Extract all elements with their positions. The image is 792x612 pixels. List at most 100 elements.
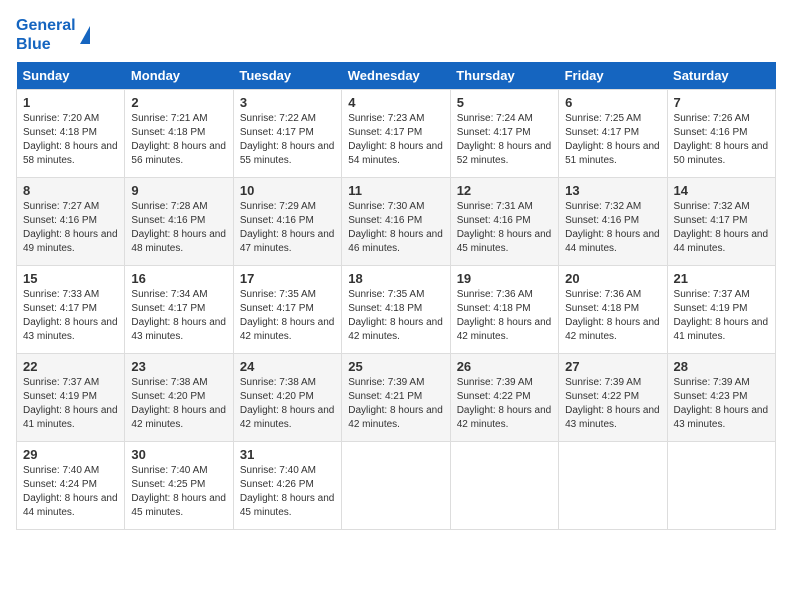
sunrise-text: Sunrise: 7:34 AM [131,288,226,302]
daylight-text: Daylight: 8 hours and 43 minutes. [23,316,118,344]
calendar-cell: 29Sunrise: 7:40 AMSunset: 4:24 PMDayligh… [17,442,125,530]
daylight-text: Daylight: 8 hours and 58 minutes. [23,140,118,168]
day-number: 3 [240,95,335,110]
calendar-cell: 14Sunrise: 7:32 AMSunset: 4:17 PMDayligh… [667,178,775,266]
calendar-cell: 8Sunrise: 7:27 AMSunset: 4:16 PMDaylight… [17,178,125,266]
daylight-text: Daylight: 8 hours and 45 minutes. [457,228,552,256]
sunrise-text: Sunrise: 7:31 AM [457,200,552,214]
logo: GeneralBlue [16,16,90,54]
calendar-week-4: 22Sunrise: 7:37 AMSunset: 4:19 PMDayligh… [17,354,776,442]
daylight-text: Daylight: 8 hours and 46 minutes. [348,228,443,256]
sunset-text: Sunset: 4:18 PM [348,302,443,316]
sunset-text: Sunset: 4:17 PM [565,126,660,140]
day-number: 28 [674,359,769,374]
cell-content: Sunrise: 7:39 AMSunset: 4:21 PMDaylight:… [348,376,443,432]
daylight-text: Daylight: 8 hours and 41 minutes. [23,404,118,432]
sunrise-text: Sunrise: 7:30 AM [348,200,443,214]
daylight-text: Daylight: 8 hours and 42 minutes. [348,316,443,344]
cell-content: Sunrise: 7:23 AMSunset: 4:17 PMDaylight:… [348,112,443,168]
daylight-text: Daylight: 8 hours and 42 minutes. [565,316,660,344]
cell-content: Sunrise: 7:39 AMSunset: 4:23 PMDaylight:… [674,376,769,432]
sunset-text: Sunset: 4:22 PM [457,390,552,404]
calendar-cell: 11Sunrise: 7:30 AMSunset: 4:16 PMDayligh… [342,178,450,266]
calendar-cell: 6Sunrise: 7:25 AMSunset: 4:17 PMDaylight… [559,90,667,178]
day-number: 30 [131,447,226,462]
day-number: 31 [240,447,335,462]
cell-content: Sunrise: 7:28 AMSunset: 4:16 PMDaylight:… [131,200,226,256]
daylight-text: Daylight: 8 hours and 52 minutes. [457,140,552,168]
calendar-cell [559,442,667,530]
daylight-text: Daylight: 8 hours and 45 minutes. [240,492,335,520]
daylight-text: Daylight: 8 hours and 42 minutes. [348,404,443,432]
cell-content: Sunrise: 7:40 AMSunset: 4:25 PMDaylight:… [131,464,226,520]
daylight-text: Daylight: 8 hours and 42 minutes. [240,316,335,344]
cell-content: Sunrise: 7:27 AMSunset: 4:16 PMDaylight:… [23,200,118,256]
day-number: 6 [565,95,660,110]
daylight-text: Daylight: 8 hours and 42 minutes. [457,316,552,344]
sunset-text: Sunset: 4:24 PM [23,478,118,492]
calendar-cell: 19Sunrise: 7:36 AMSunset: 4:18 PMDayligh… [450,266,558,354]
daylight-text: Daylight: 8 hours and 51 minutes. [565,140,660,168]
calendar-header-row: SundayMondayTuesdayWednesdayThursdayFrid… [17,62,776,90]
daylight-text: Daylight: 8 hours and 41 minutes. [674,316,769,344]
cell-content: Sunrise: 7:24 AMSunset: 4:17 PMDaylight:… [457,112,552,168]
day-number: 4 [348,95,443,110]
cell-content: Sunrise: 7:37 AMSunset: 4:19 PMDaylight:… [674,288,769,344]
daylight-text: Daylight: 8 hours and 42 minutes. [240,404,335,432]
day-number: 9 [131,183,226,198]
calendar-cell: 26Sunrise: 7:39 AMSunset: 4:22 PMDayligh… [450,354,558,442]
sunrise-text: Sunrise: 7:35 AM [240,288,335,302]
sunset-text: Sunset: 4:18 PM [457,302,552,316]
calendar-cell: 9 Sunrise: 7:28 AMSunset: 4:16 PMDaylight… [125,178,233,266]
day-number: 23 [131,359,226,374]
sunrise-text: Sunrise: 7:26 AM [674,112,769,126]
calendar-cell: 22Sunrise: 7:37 AMSunset: 4:19 PMDayligh… [17,354,125,442]
cell-content: Sunrise: 7:32 AMSunset: 4:17 PMDaylight:… [674,200,769,256]
calendar-cell: 16Sunrise: 7:34 AMSunset: 4:17 PMDayligh… [125,266,233,354]
sunset-text: Sunset: 4:17 PM [23,302,118,316]
day-number: 15 [23,271,118,286]
column-header-sunday: Sunday [17,62,125,90]
logo-text: GeneralBlue [16,16,76,54]
calendar-cell: 12Sunrise: 7:31 AMSunset: 4:16 PMDayligh… [450,178,558,266]
sunset-text: Sunset: 4:23 PM [674,390,769,404]
sunrise-text: Sunrise: 7:21 AM [131,112,226,126]
sunset-text: Sunset: 4:16 PM [674,126,769,140]
calendar-cell: 31 Sunrise: 7:40 AMSunset: 4:26 PMDayligh… [233,442,341,530]
day-number: 22 [23,359,118,374]
sunset-text: Sunset: 4:18 PM [565,302,660,316]
daylight-text: Daylight: 8 hours and 45 minutes. [131,492,226,520]
calendar-cell: 20Sunrise: 7:36 AMSunset: 4:18 PMDayligh… [559,266,667,354]
calendar-cell: 5Sunrise: 7:24 AMSunset: 4:17 PMDaylight… [450,90,558,178]
daylight-text: Daylight: 8 hours and 49 minutes. [23,228,118,256]
sunset-text: Sunset: 4:16 PM [457,214,552,228]
calendar-cell: 24Sunrise: 7:38 AMSunset: 4:20 PMDayligh… [233,354,341,442]
sunset-text: Sunset: 4:16 PM [23,214,118,228]
calendar-cell: 28 Sunrise: 7:39 AMSunset: 4:23 PMDayligh… [667,354,775,442]
sunset-text: Sunset: 4:17 PM [674,214,769,228]
daylight-text: Daylight: 8 hours and 54 minutes. [348,140,443,168]
sunrise-text: Sunrise: 7:38 AM [240,376,335,390]
sunrise-text: Sunrise: 7:22 AM [240,112,335,126]
sunset-text: Sunset: 4:16 PM [240,214,335,228]
calendar-table: SundayMondayTuesdayWednesdayThursdayFrid… [16,62,776,530]
daylight-text: Daylight: 8 hours and 42 minutes. [131,404,226,432]
daylight-text: Daylight: 8 hours and 47 minutes. [240,228,335,256]
daylight-text: Daylight: 8 hours and 50 minutes. [674,140,769,168]
day-number: 1 [23,95,118,110]
sunrise-text: Sunrise: 7:20 AM [23,112,118,126]
sunset-text: Sunset: 4:16 PM [348,214,443,228]
calendar-cell: 1Sunrise: 7:20 AMSunset: 4:18 PMDaylight… [17,90,125,178]
cell-content: Sunrise: 7:35 AMSunset: 4:18 PMDaylight:… [348,288,443,344]
cell-content: Sunrise: 7:39 AMSunset: 4:22 PMDaylight:… [565,376,660,432]
calendar-week-3: 15 Sunrise: 7:33 AMSunset: 4:17 PMDayligh… [17,266,776,354]
cell-content: Sunrise: 7:40 AMSunset: 4:26 PMDaylight:… [240,464,335,520]
sunrise-text: Sunrise: 7:36 AM [457,288,552,302]
cell-content: Sunrise: 7:31 AMSunset: 4:16 PMDaylight:… [457,200,552,256]
day-number: 7 [674,95,769,110]
day-number: 2 [131,95,226,110]
calendar-cell [342,442,450,530]
day-number: 29 [23,447,118,462]
cell-content: Sunrise: 7:33 AMSunset: 4:17 PMDaylight:… [23,288,118,344]
column-header-friday: Friday [559,62,667,90]
